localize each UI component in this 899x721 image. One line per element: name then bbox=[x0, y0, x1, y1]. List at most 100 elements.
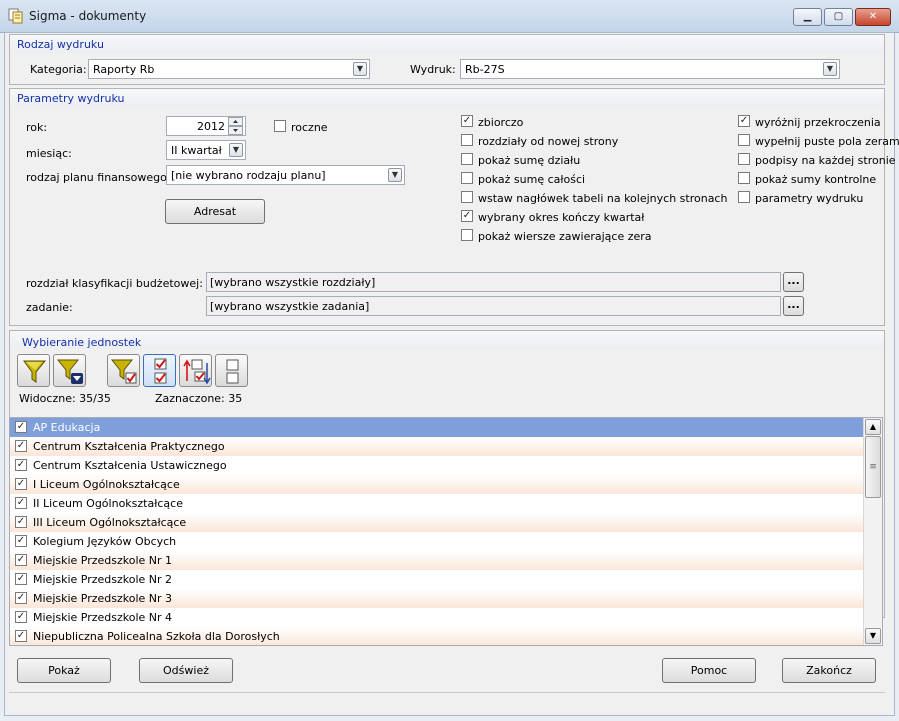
list-scrollbar[interactable]: ▲ ≡ ▼ bbox=[863, 418, 882, 645]
option-checkbox[interactable] bbox=[738, 191, 750, 203]
maximize-button[interactable]: ▢ bbox=[824, 8, 853, 26]
list-item-label: Miejskie Przedszkole Nr 2 bbox=[33, 573, 173, 586]
option-checkbox[interactable] bbox=[461, 229, 473, 241]
filter-options-button[interactable] bbox=[53, 354, 86, 387]
option-label: rozdziały od nowej strony bbox=[478, 135, 619, 148]
filter-checked-button[interactable] bbox=[107, 354, 140, 387]
jednostki-header: Wybieranie jednostek bbox=[10, 331, 884, 349]
zadanie-browse-button[interactable]: ... bbox=[783, 296, 804, 316]
option-checkbox[interactable] bbox=[738, 134, 750, 146]
list-item-checkbox[interactable]: ✓ bbox=[15, 516, 27, 528]
parametry-wydruku-header: Parametry wydruku bbox=[10, 89, 884, 107]
miesiac-label: miesiąc: bbox=[26, 147, 72, 160]
list-item[interactable]: ✓ AP Edukacja bbox=[10, 418, 863, 437]
zadanie-field[interactable]: [wybrano wszystkie zadania] bbox=[206, 296, 781, 316]
chevron-down-icon[interactable]: ▼ bbox=[229, 143, 243, 157]
scroll-up-button[interactable]: ▲ bbox=[865, 419, 881, 435]
list-item-checkbox[interactable]: ✓ bbox=[15, 497, 27, 509]
roczne-checkbox[interactable] bbox=[274, 120, 286, 132]
option-checkbox[interactable]: ✓ bbox=[738, 115, 750, 127]
option-label: pokaż wiersze zawierające zera bbox=[478, 230, 652, 243]
list-item[interactable]: ✓ Miejskie Przedszkole Nr 1 bbox=[10, 551, 863, 570]
list-item-checkbox[interactable]: ✓ bbox=[15, 535, 27, 547]
filter-button[interactable] bbox=[17, 354, 50, 387]
filter-icon bbox=[23, 360, 47, 383]
option-label: pokaż sumę całości bbox=[478, 173, 586, 186]
jednostki-list[interactable]: ✓ AP Edukacja ✓ Centrum Kształcenia Praktyc… bbox=[9, 417, 883, 646]
invert-selection-button[interactable] bbox=[179, 354, 212, 387]
scroll-down-button[interactable]: ▼ bbox=[865, 628, 881, 644]
pomoc-button[interactable]: Pomoc bbox=[662, 658, 756, 683]
wydruk-value: Rb-27S bbox=[465, 63, 505, 76]
plan-combo[interactable]: [nie wybrano rodzaju planu] ▼ bbox=[166, 165, 405, 185]
list-item[interactable]: ✓ III Liceum Ogólnokształcące bbox=[10, 513, 863, 532]
list-item-label: Miejskie Przedszkole Nr 1 bbox=[33, 554, 173, 567]
option-checkbox[interactable] bbox=[461, 153, 473, 165]
select-all-button[interactable] bbox=[143, 354, 176, 387]
chevron-down-icon[interactable]: ▼ bbox=[823, 62, 837, 76]
zakoncz-button[interactable]: Zakończ bbox=[782, 658, 876, 683]
option-label: wyróżnij przekroczenia bbox=[755, 116, 881, 129]
list-item[interactable]: ✓ I Liceum Ogólnokształcące bbox=[10, 475, 863, 494]
filter-dropdown-icon bbox=[56, 359, 83, 384]
list-item[interactable]: ✓ Miejskie Przedszkole Nr 3 bbox=[10, 589, 863, 608]
miesiac-value: II kwartał bbox=[171, 144, 222, 157]
plan-value: [nie wybrano rodzaju planu] bbox=[171, 169, 326, 182]
spin-arrows-icon[interactable] bbox=[228, 116, 244, 136]
rozdzial-field[interactable]: [wybrano wszystkie rozdziały] bbox=[206, 272, 781, 292]
list-item-label: Kolegium Języków Obcych bbox=[33, 535, 177, 548]
list-item-checkbox[interactable]: ✓ bbox=[15, 459, 27, 471]
list-item-checkbox[interactable]: ✓ bbox=[15, 440, 27, 452]
list-item-checkbox[interactable]: ✓ bbox=[15, 592, 27, 604]
minimize-button[interactable]: ▁ bbox=[793, 8, 822, 26]
list-item-checkbox[interactable]: ✓ bbox=[15, 421, 27, 433]
chevron-down-icon[interactable]: ▼ bbox=[353, 62, 367, 76]
option-checkbox[interactable] bbox=[461, 172, 473, 184]
option-label: pokaż sumę działu bbox=[478, 154, 581, 167]
wydruk-combo[interactable]: Rb-27S ▼ bbox=[460, 59, 840, 79]
status-bar bbox=[9, 692, 885, 713]
list-item-checkbox[interactable]: ✓ bbox=[15, 611, 27, 623]
chevron-down-icon[interactable]: ▼ bbox=[388, 168, 402, 182]
maximize-icon: ▢ bbox=[833, 11, 844, 22]
list-item-checkbox[interactable]: ✓ bbox=[15, 573, 27, 585]
option-checkbox[interactable] bbox=[738, 153, 750, 165]
list-item-label: Centrum Kształcenia Ustawicznego bbox=[33, 459, 227, 472]
list-item[interactable]: ✓ Miejskie Przedszkole Nr 2 bbox=[10, 570, 863, 589]
zadanie-value: [wybrano wszystkie zadania] bbox=[210, 300, 370, 313]
kategoria-combo[interactable]: Raporty Rb ▼ bbox=[88, 59, 370, 79]
app-icon bbox=[8, 8, 23, 24]
option-checkbox[interactable] bbox=[461, 191, 473, 203]
close-button[interactable]: ✕ bbox=[855, 8, 891, 26]
option-label: wybrany okres kończy kwartał bbox=[478, 211, 645, 224]
list-item[interactable]: ✓ Centrum Kształcenia Ustawicznego bbox=[10, 456, 863, 475]
list-item-checkbox[interactable]: ✓ bbox=[15, 554, 27, 566]
option-checkbox[interactable] bbox=[738, 172, 750, 184]
zadanie-label: zadanie: bbox=[26, 301, 73, 314]
list-item-label: I Liceum Ogólnokształcące bbox=[33, 478, 180, 491]
deselect-all-button[interactable] bbox=[215, 354, 248, 387]
invert-selection-icon bbox=[183, 359, 211, 385]
list-item[interactable]: ✓ Kolegium Języków Obcych bbox=[10, 532, 863, 551]
list-item-label: Miejskie Przedszkole Nr 3 bbox=[33, 592, 173, 605]
option-checkbox[interactable]: ✓ bbox=[461, 210, 473, 222]
rok-spinbox[interactable]: 2012 bbox=[166, 116, 246, 136]
option-checkbox[interactable]: ✓ bbox=[461, 115, 473, 127]
option-label: parametry wydruku bbox=[755, 192, 864, 205]
roczne-label: roczne bbox=[291, 121, 328, 134]
rozdzial-browse-button[interactable]: ... bbox=[783, 272, 804, 292]
pokaz-button[interactable]: Pokaż bbox=[17, 658, 111, 683]
odswiez-button[interactable]: Odśwież bbox=[139, 658, 233, 683]
list-item-checkbox[interactable]: ✓ bbox=[15, 478, 27, 490]
list-item-label: AP Edukacja bbox=[33, 421, 101, 434]
list-item[interactable]: ✓ Centrum Kształcenia Praktycznego bbox=[10, 437, 863, 456]
list-item[interactable]: ✓ Miejskie Przedszkole Nr 4 bbox=[10, 608, 863, 627]
list-item-checkbox[interactable]: ✓ bbox=[15, 630, 27, 642]
list-item-label: II Liceum Ogólnokształcące bbox=[33, 497, 183, 510]
adresat-button[interactable]: Adresat bbox=[165, 199, 265, 224]
scroll-thumb[interactable]: ≡ bbox=[865, 436, 881, 498]
list-item[interactable]: ✓ II Liceum Ogólnokształcące bbox=[10, 494, 863, 513]
option-checkbox[interactable] bbox=[461, 134, 473, 146]
list-item[interactable]: ✓ Niepubliczna Policealna Szkoła dla Doro… bbox=[10, 627, 863, 645]
miesiac-combo[interactable]: II kwartał ▼ bbox=[166, 140, 246, 160]
